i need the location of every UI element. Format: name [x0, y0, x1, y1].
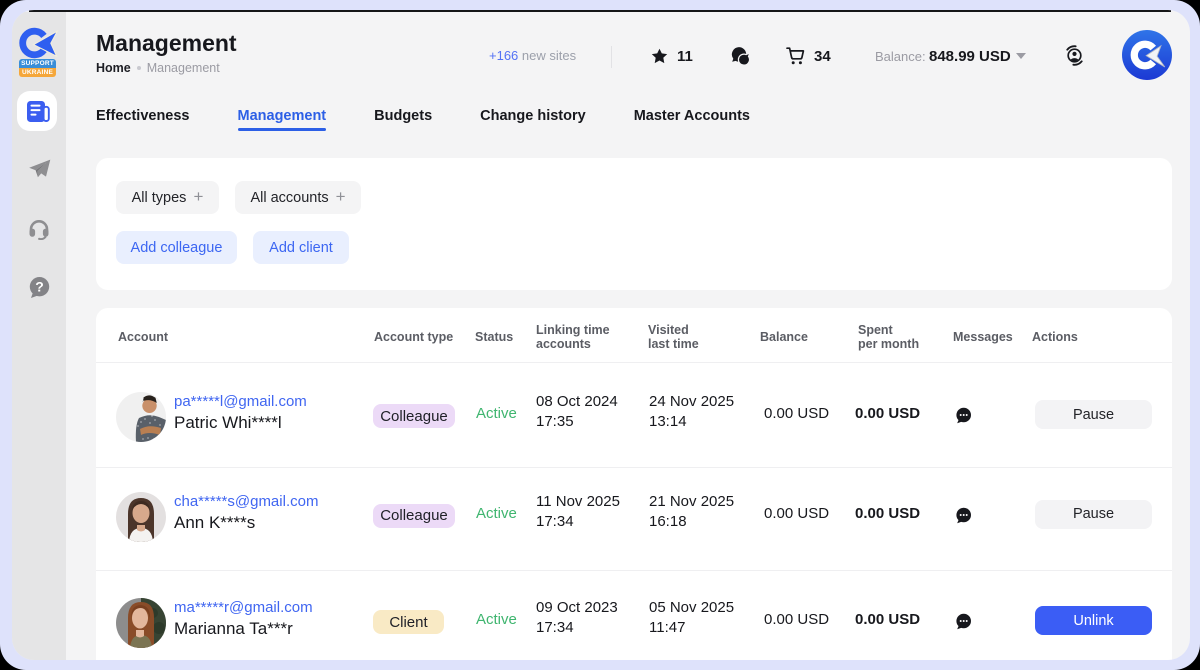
- svg-text:?: ?: [35, 279, 44, 295]
